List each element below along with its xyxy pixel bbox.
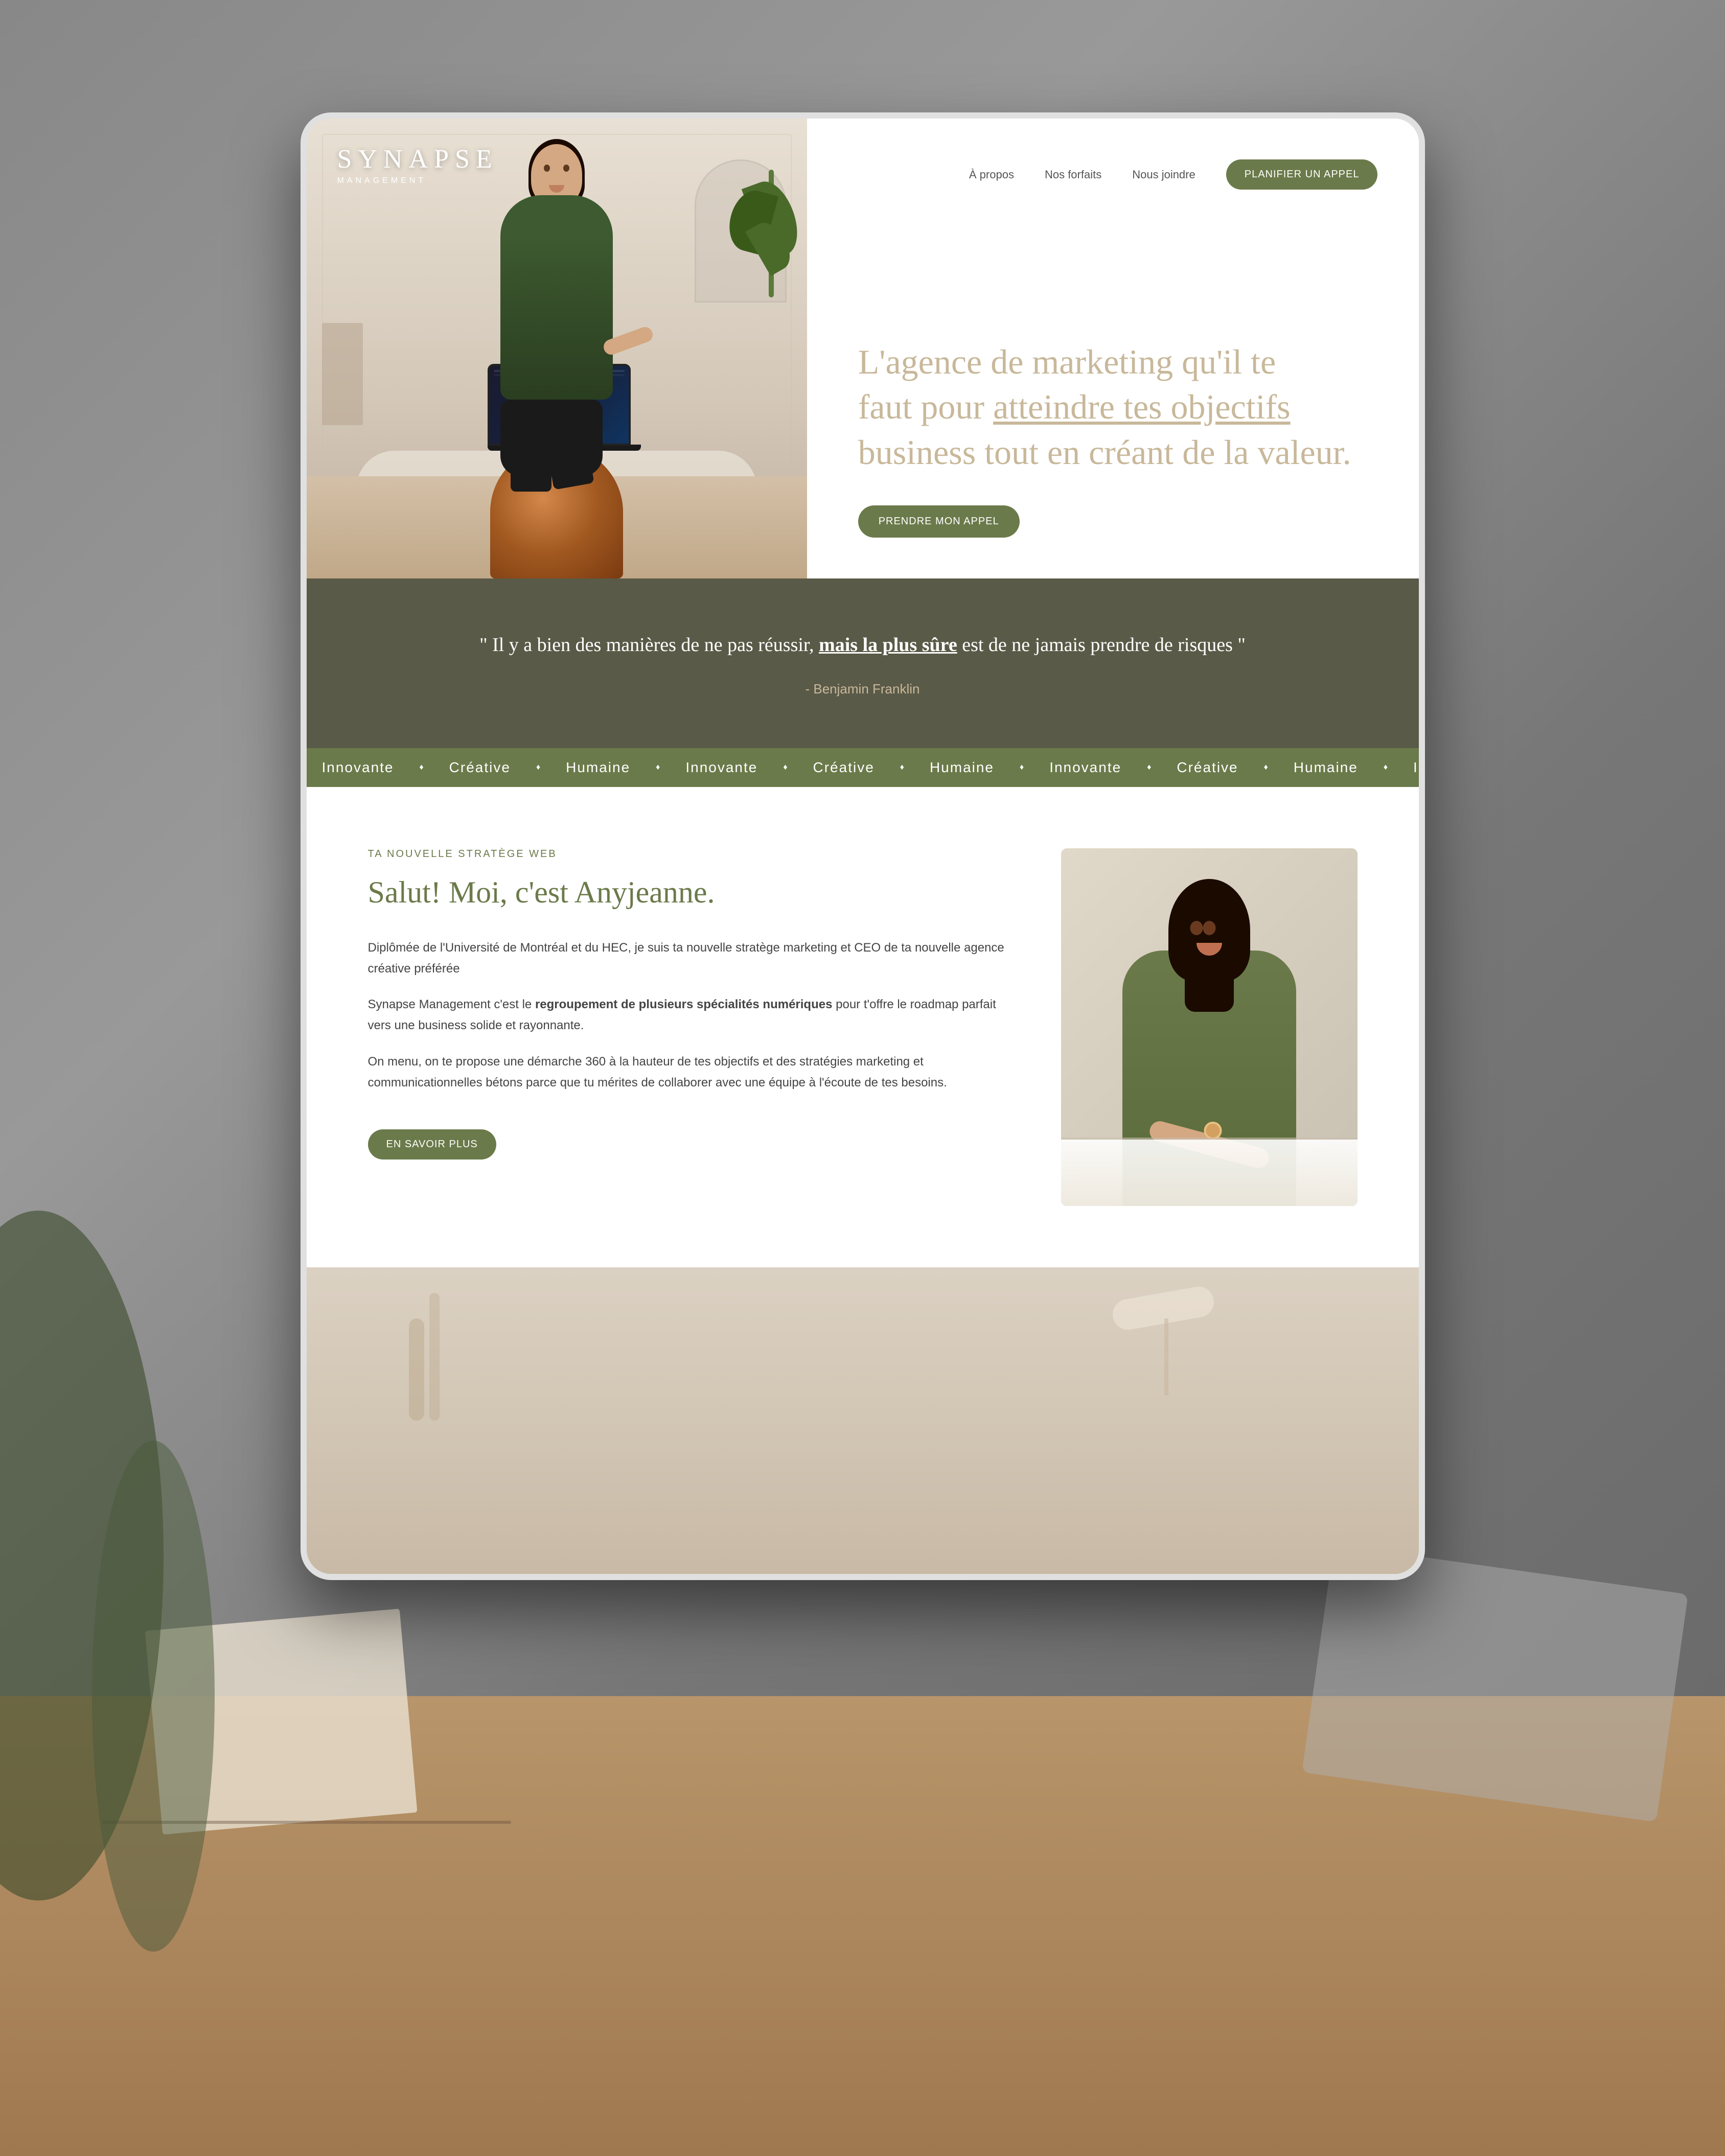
ticker-dot-6: ♦ <box>1147 763 1151 772</box>
ticker-content: Innovante ♦ Créative ♦ Humaine ♦ Innovante ♦ Cré… <box>307 759 1419 776</box>
logo-text-sub: MANAGEMENT <box>337 176 498 186</box>
ticker-item-4: Créative <box>813 759 875 776</box>
hero-section: SYNAPSE MANAGEMENT À propos Nos forfaits… <box>307 119 1419 578</box>
bottom-section-preview <box>307 1267 1419 1574</box>
ticker-dot-7: ♦ <box>1264 763 1268 772</box>
quote-prefix: " Il y a bien des manières de ne pas réu… <box>479 634 814 656</box>
ticker-dot-8: ♦ <box>1384 763 1388 772</box>
nav-cta-button[interactable]: PLANIFIER UN APPEL <box>1226 159 1378 190</box>
ticker-item-8: Humaine <box>1294 759 1358 776</box>
ticker-item-9: Innovante <box>1413 759 1418 776</box>
quote-section: " Il y a bien des manières de ne pas réu… <box>307 578 1419 748</box>
about-photo <box>1061 848 1358 1206</box>
candle-2 <box>429 1293 440 1421</box>
headline-part3: business tout en créant de la valeur. <box>858 433 1351 472</box>
hero-headline-block: L'agence de marketing qu'il te faut pour… <box>858 309 1378 538</box>
ticker-item-0: Innovante <box>322 759 394 776</box>
ticker-dot-0: ♦ <box>420 763 424 772</box>
website-content: SYNAPSE MANAGEMENT À propos Nos forfaits… <box>307 119 1419 1574</box>
bottom-gradient <box>307 1267 1419 1574</box>
ticker-item-7: Créative <box>1177 759 1238 776</box>
lamp-pole <box>1164 1318 1168 1395</box>
ticker-item-6: Innovante <box>1049 759 1121 776</box>
ticker-item-1: Créative <box>449 759 511 776</box>
about-para3: On menu, on te propose une démarche 360 … <box>368 1052 1010 1094</box>
hero-logo: SYNAPSE MANAGEMENT <box>337 144 498 186</box>
tablet-device: SYNAPSE MANAGEMENT À propos Nos forfaits… <box>301 112 1425 1580</box>
woman-body <box>500 195 613 400</box>
hero-headline: L'agence de marketing qu'il te faut pour… <box>858 339 1378 475</box>
ticker-dot-5: ♦ <box>1020 763 1024 772</box>
quote-text: " Il y a bien des manières de ne pas réu… <box>409 630 1317 661</box>
ticker-strip: Innovante ♦ Créative ♦ Humaine ♦ Innovante ♦ Cré… <box>307 748 1419 787</box>
quote-bold: mais la plus sûre <box>819 634 957 656</box>
about-tag: TA NOUVELLE STRATÈGE WEB <box>368 848 1010 860</box>
about-cta-button[interactable]: EN SAVOIR PLUS <box>368 1129 496 1160</box>
ticker-dot-2: ♦ <box>656 763 660 772</box>
candle-1 <box>409 1318 424 1421</box>
nav-link-joindre[interactable]: Nous joindre <box>1132 168 1195 181</box>
about-section: TA NOUVELLE STRATÈGE WEB Salut! Moi, c'e… <box>307 787 1419 1267</box>
smiling-woman <box>1061 848 1358 1206</box>
nav-link-forfaits[interactable]: Nos forfaits <box>1045 168 1101 181</box>
hero-image: SYNAPSE MANAGEMENT <box>307 119 807 578</box>
nav-link-apropos[interactable]: À propos <box>969 168 1014 181</box>
main-navigation: À propos Nos forfaits Nous joindre PLANI… <box>858 159 1378 190</box>
logo-text-main: SYNAPSE <box>337 144 498 174</box>
hero-cta-button[interactable]: PRENDRE MON APPEL <box>858 505 1020 538</box>
ticker-dot-4: ♦ <box>900 763 904 772</box>
hero-content: À propos Nos forfaits Nous joindre PLANI… <box>807 119 1419 578</box>
about-title: Salut! Moi, c'est Anyjeanne. <box>368 872 1010 912</box>
about-para2: Synapse Management c'est le regroupement… <box>368 994 1010 1036</box>
headline-part2: faut pour <box>858 387 984 426</box>
ticker-dot-1: ♦ <box>536 763 540 772</box>
ticker-dot-3: ♦ <box>783 763 787 772</box>
headline-part1: L'agence de marketing qu'il te <box>858 342 1276 381</box>
woman-figure-hero <box>500 195 613 476</box>
quote-suffix: est de ne jamais prendre de risques " <box>962 634 1246 656</box>
headline-link[interactable]: atteindre tes objectifs <box>993 387 1291 426</box>
ticker-item-2: Humaine <box>566 759 630 776</box>
para2-prefix: Synapse Management c'est le <box>368 998 535 1011</box>
quote-author: - Benjamin Franklin <box>409 681 1317 697</box>
about-content: TA NOUVELLE STRATÈGE WEB Salut! Moi, c'e… <box>368 848 1010 1160</box>
ticker-item-5: Humaine <box>930 759 994 776</box>
para2-bold: regroupement de plusieurs spécialités nu… <box>535 998 833 1011</box>
about-para1: Diplômée de l'Université de Montréal et … <box>368 938 1010 980</box>
ticker-item-3: Innovante <box>685 759 757 776</box>
